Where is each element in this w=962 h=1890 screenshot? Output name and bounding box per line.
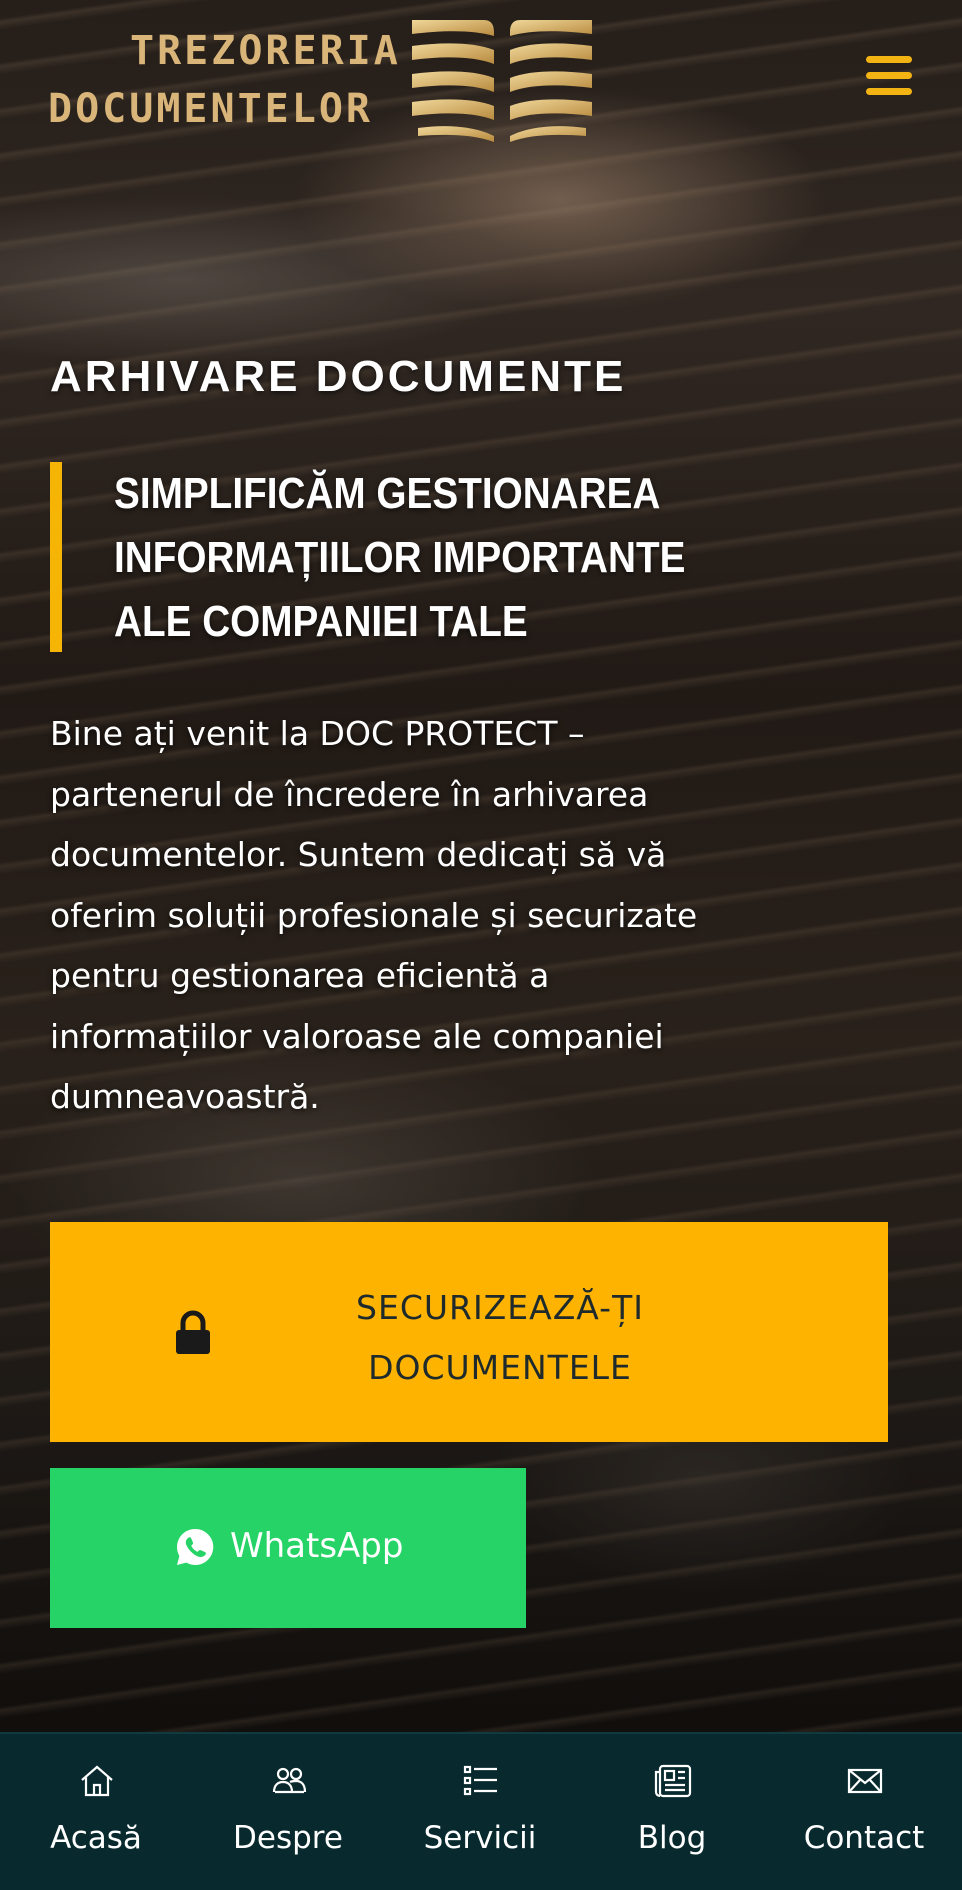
nav-item-blog[interactable]: Blog xyxy=(576,1734,768,1890)
bottom-navigation: Acasă Despre Servicii Blog Contact xyxy=(0,1732,962,1890)
tagline-text: SIMPLIFICĂM GESTIONAREA INFORMAȚIILOR IM… xyxy=(114,469,686,646)
nav-item-servicii[interactable]: Servicii xyxy=(384,1734,576,1890)
nav-item-acasa[interactable]: Acasă xyxy=(0,1734,192,1890)
whatsapp-icon xyxy=(176,1528,214,1565)
nav-item-contact[interactable]: Contact xyxy=(768,1734,960,1890)
lock-icon xyxy=(176,1310,210,1354)
secure-documents-button[interactable]: SECURIZEAZĂ-ȚI DOCUMENTELE xyxy=(50,1222,888,1442)
envelope-icon xyxy=(847,1768,883,1794)
menu-bar xyxy=(866,88,912,95)
home-icon xyxy=(81,1765,113,1797)
nav-label: Servicii xyxy=(423,1820,537,1856)
book-pages-logo-icon[interactable] xyxy=(408,16,596,144)
secure-documents-label: SECURIZEAZĂ-ȚI DOCUMENTELE xyxy=(356,1288,644,1387)
nav-label: Despre xyxy=(233,1820,343,1856)
whatsapp-button[interactable]: WhatsApp xyxy=(50,1468,526,1628)
hamburger-menu-icon[interactable] xyxy=(866,56,912,96)
list-icon xyxy=(463,1765,497,1796)
menu-bar xyxy=(866,56,912,63)
brand-line-2: DOCUMENTELOR xyxy=(48,86,373,132)
intro-paragraph: Bine ați venit la DOC PROTECT – partener… xyxy=(50,714,698,1116)
users-icon xyxy=(272,1767,307,1794)
page-title: ARHIVARE DOCUMENTE xyxy=(50,352,627,401)
site-header: TREZORERIA DOCUMENTELOR xyxy=(0,0,962,160)
whatsapp-label: WhatsApp xyxy=(230,1526,404,1566)
nav-label: Contact xyxy=(803,1820,925,1856)
menu-bar xyxy=(866,72,912,79)
newspaper-icon xyxy=(654,1764,692,1798)
nav-item-despre[interactable]: Despre xyxy=(192,1734,384,1890)
tagline-block: SIMPLIFICĂM GESTIONAREA INFORMAȚIILOR IM… xyxy=(50,462,810,652)
nav-label: Acasă xyxy=(50,1820,142,1856)
brand-line-1: TREZORERIA xyxy=(130,28,401,74)
nav-label: Blog xyxy=(637,1820,707,1856)
